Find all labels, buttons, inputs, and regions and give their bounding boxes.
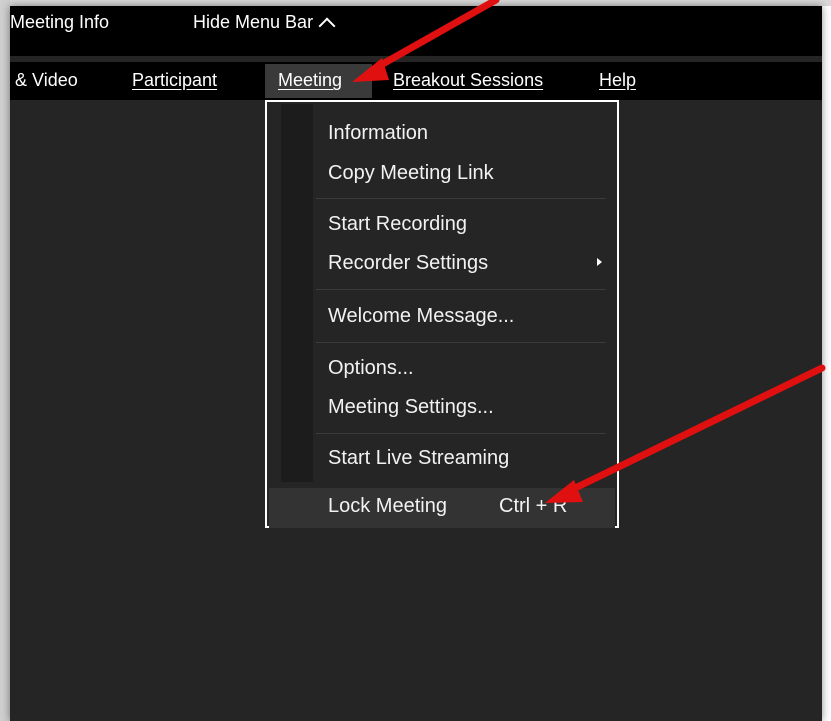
menu-participant[interactable]: Participant (132, 70, 217, 91)
menu-item-information[interactable]: Information (328, 122, 428, 145)
menu-item-recorder-settings[interactable]: Recorder Settings (328, 252, 488, 275)
menu-item-start-live-streaming[interactable]: Start Live Streaming (328, 447, 509, 470)
chevron-up-icon (318, 17, 336, 34)
meeting-dropdown-menu: Information Copy Meeting Link Start Reco… (265, 100, 619, 528)
menu-item-welcome-message[interactable]: Welcome Message... (328, 305, 514, 328)
menu-item-options[interactable]: Options... (328, 357, 414, 380)
menu-item-lock-meeting[interactable]: Lock Meeting (328, 495, 447, 518)
menu-separator (316, 289, 606, 290)
menu-item-copy-meeting-link[interactable]: Copy Meeting Link (328, 162, 494, 185)
menu-meeting-label: Meeting (278, 70, 343, 90)
menu-separator (316, 342, 606, 343)
menu-separator (316, 433, 606, 434)
menu-meeting[interactable]: Meeting (265, 64, 372, 98)
menu-icon-gutter (281, 104, 313, 482)
hide-menu-bar-label: Hide Menu Bar (193, 12, 314, 32)
menu-item-meeting-settings[interactable]: Meeting Settings... (328, 396, 494, 419)
top-bar: Meeting Info Hide Menu Bar (10, 6, 822, 56)
menu-audio-video[interactable]: o & Video (10, 70, 78, 91)
menu-bar: o & Video Participant Meeting Breakout S… (10, 62, 822, 100)
app-window: Meeting Info Hide Menu Bar o & Video Par… (10, 6, 822, 721)
lock-meeting-shortcut: Ctrl + R (499, 495, 568, 517)
menu-separator (316, 198, 606, 199)
menu-help[interactable]: Help (599, 70, 636, 91)
caret-right-icon (597, 258, 602, 266)
hide-menu-bar-button[interactable]: Hide Menu Bar (193, 12, 336, 34)
menu-breakout-sessions[interactable]: Breakout Sessions (393, 70, 543, 91)
menu-item-start-recording[interactable]: Start Recording (328, 213, 467, 236)
meeting-info-button[interactable]: Meeting Info (10, 12, 109, 33)
screenshot-border-left (0, 0, 10, 721)
